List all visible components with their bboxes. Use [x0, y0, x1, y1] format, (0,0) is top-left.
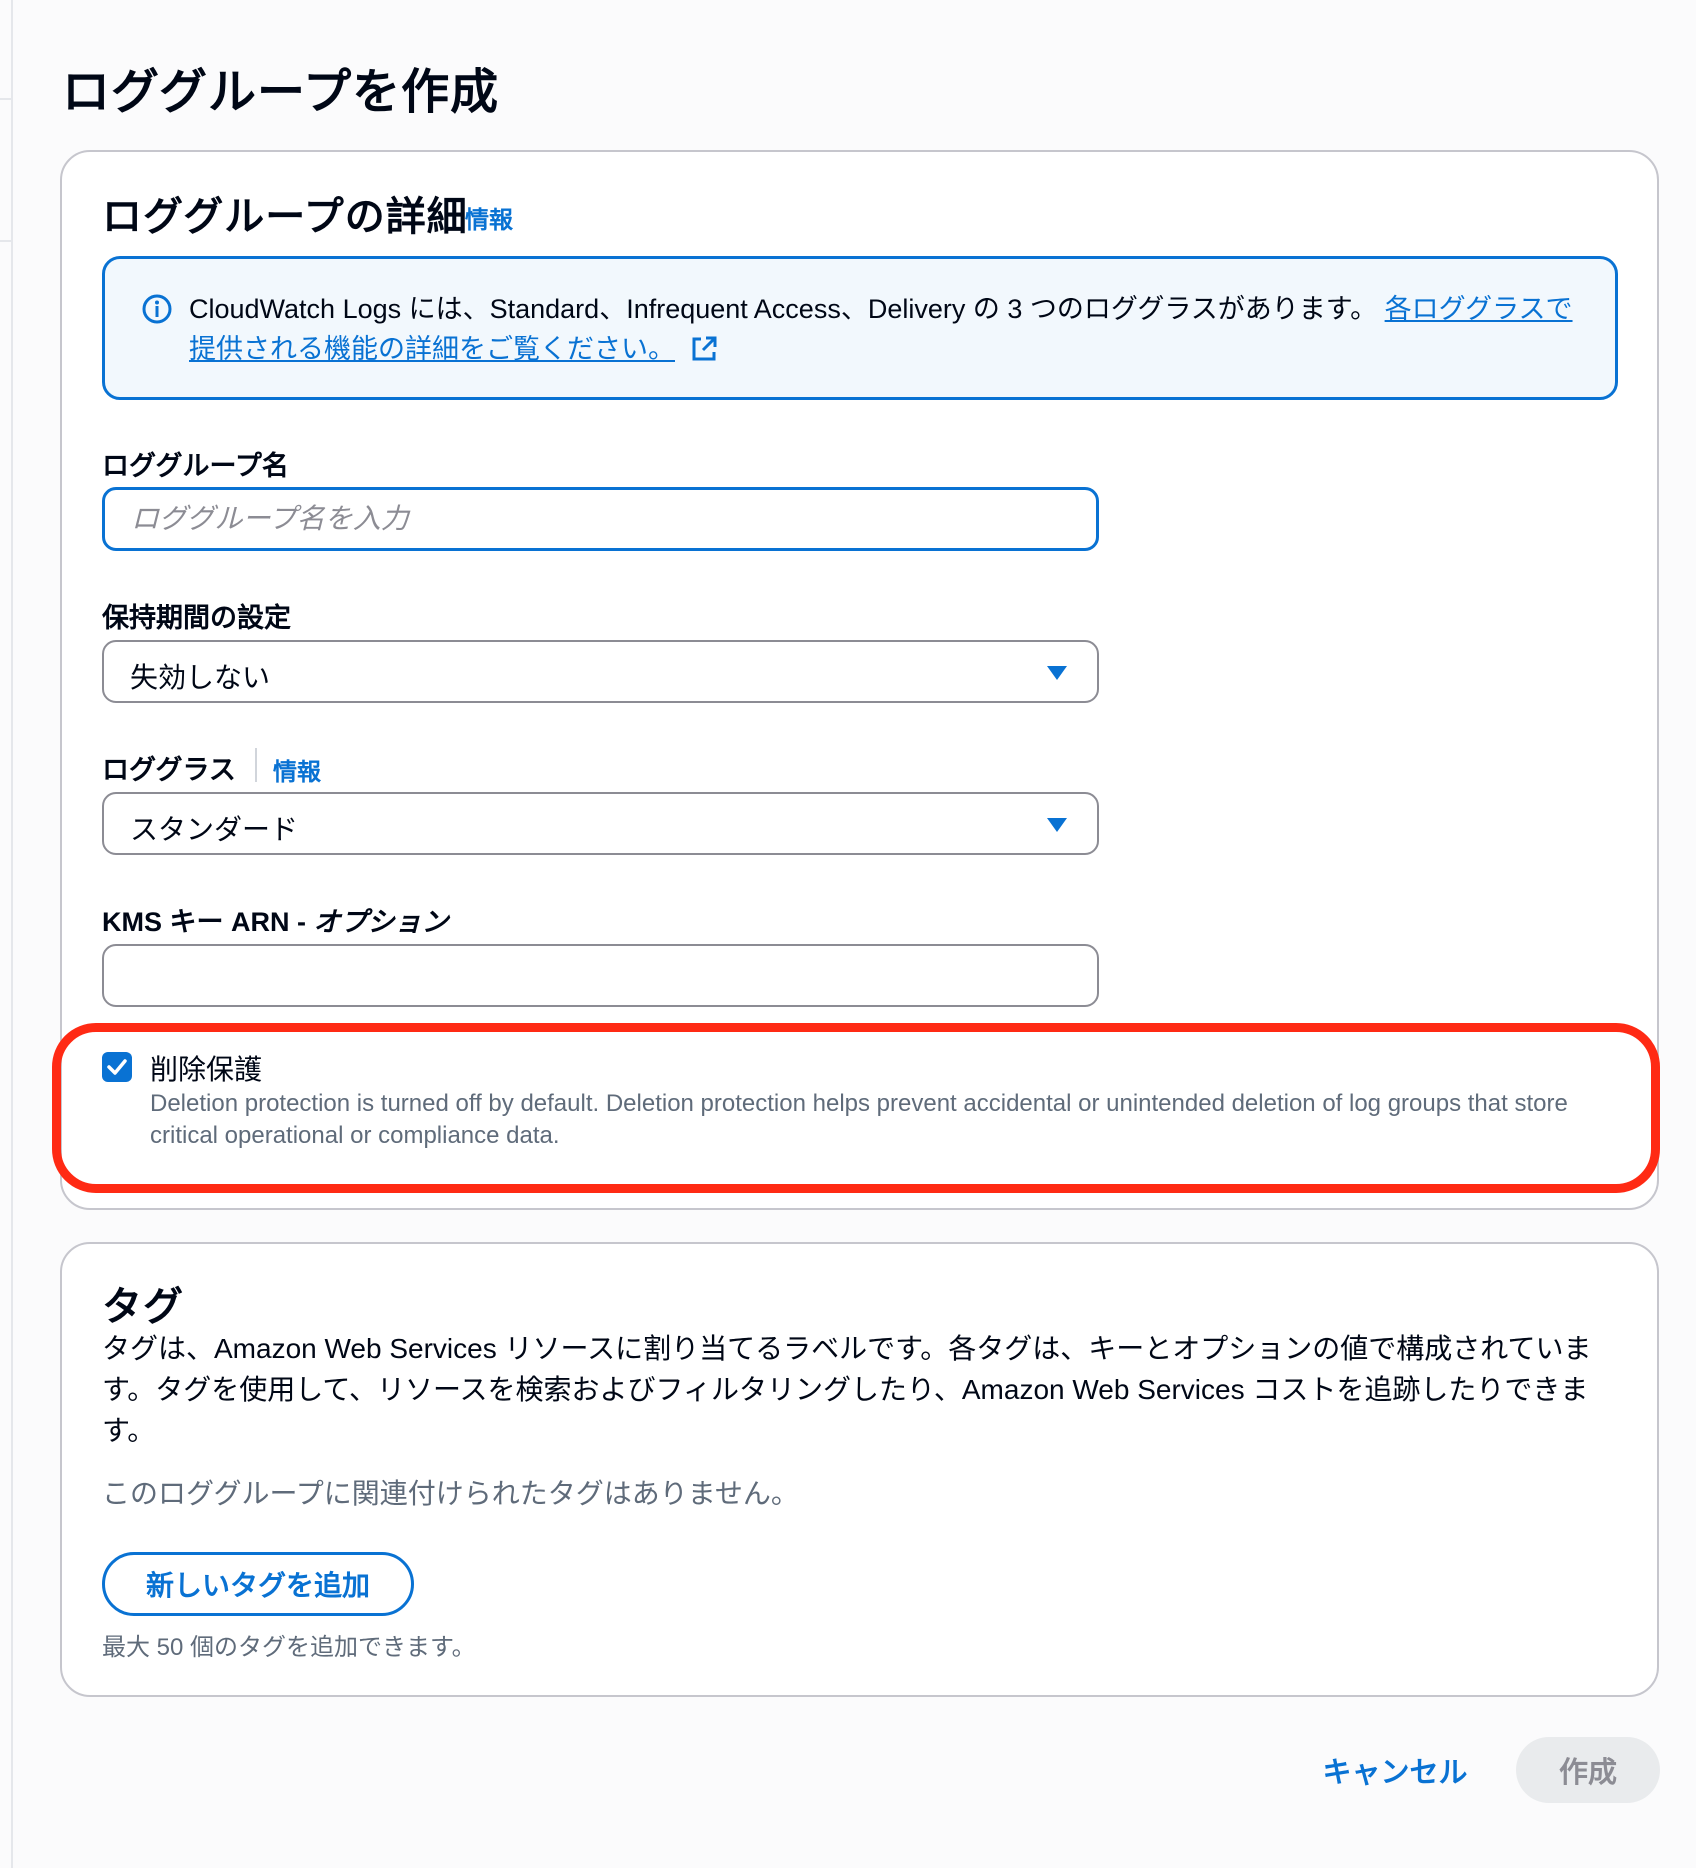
optional-tag: オプション [313, 907, 449, 937]
log-class-info-link[interactable]: 情報 [273, 752, 321, 787]
label-divider [255, 748, 257, 782]
tags-empty-state: このロググループに関連付けられたタグはありません。 [102, 1478, 799, 1509]
retention-value: 失効しない [130, 662, 271, 693]
log-class-select[interactable]: スタンダード [102, 792, 1099, 855]
log-class-label: ロググラス [102, 755, 236, 785]
checkmark-icon [107, 1059, 127, 1075]
alert-message: CloudWatch Logs には、Standard、Infrequent A… [189, 294, 1378, 324]
log-group-name-label: ロググループ名 [102, 451, 289, 481]
details-section-title: ロググループの詳細 [102, 195, 468, 239]
deletion-protection-checkbox[interactable] [102, 1052, 132, 1082]
page-title: ロググループを作成 [62, 66, 500, 119]
alert-text: CloudWatch Logs には、Standard、Infrequent A… [189, 289, 1589, 369]
external-link-icon[interactable] [689, 334, 719, 364]
deletion-protection-description: Deletion protection is turned off by def… [150, 1090, 1568, 1149]
kms-key-input[interactable] [104, 946, 1097, 1005]
tags-limit-hint: 最大 50 個のタグを追加できます。 [102, 1634, 476, 1661]
create-button[interactable]: 作成 [1516, 1737, 1660, 1803]
rail-divider [0, 240, 11, 242]
caret-down-icon [1047, 818, 1067, 832]
tags-section-title: タグ [102, 1285, 184, 1329]
log-group-name-input[interactable] [105, 490, 1096, 548]
add-tag-button[interactable]: 新しいタグを追加 [102, 1552, 414, 1616]
retention-select[interactable]: 失効しない [102, 640, 1099, 703]
info-circle-icon [142, 294, 172, 324]
cancel-button[interactable]: キャンセル [1320, 1750, 1470, 1790]
info-alert: CloudWatch Logs には、Standard、Infrequent A… [102, 256, 1618, 400]
details-info-link[interactable]: 情報 [465, 200, 513, 235]
kms-key-field [102, 944, 1099, 1007]
retention-label: 保持期間の設定 [102, 603, 291, 633]
rail-divider [0, 98, 11, 100]
kms-key-label: KMS キー ARN - オプション [102, 907, 449, 937]
deletion-protection-label[interactable]: 削除保護 [150, 1048, 262, 1088]
left-rail [0, 0, 13, 1868]
log-group-name-field [102, 487, 1099, 551]
caret-down-icon [1047, 666, 1067, 680]
log-class-value: スタンダード [130, 814, 299, 845]
tags-description: タグは、Amazon Web Services リソースに割り当てるラベルです。… [102, 1333, 1592, 1446]
